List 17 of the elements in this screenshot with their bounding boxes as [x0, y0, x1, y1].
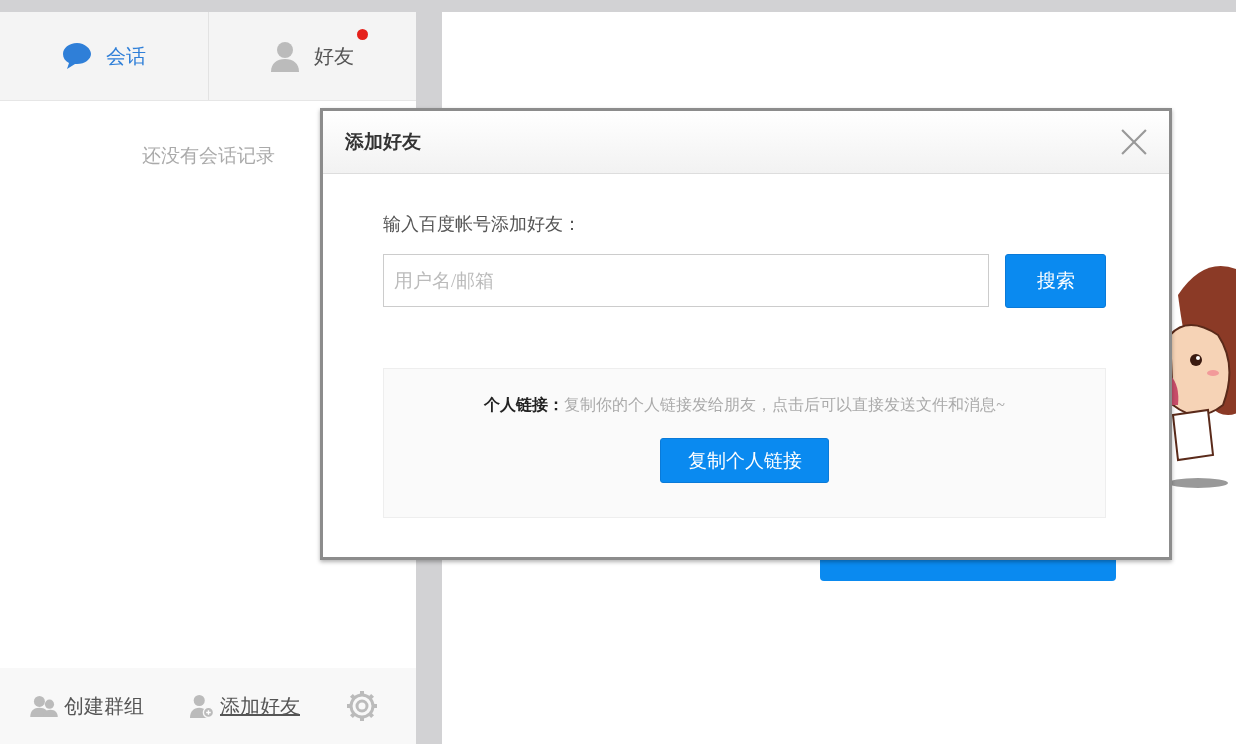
- tab[interactable]: 好友: [207, 12, 416, 100]
- empty-message: 还没有会话记录: [141, 144, 275, 168]
- link-description: 个人链接：复制你的个人链接发给朋友，点击后可以直接发送文件和消息~: [484, 395, 1005, 415]
- prompt-label: 输入百度帐号添加好友：: [383, 213, 581, 236]
- add-person-icon: [190, 694, 214, 718]
- close-icon[interactable]: [1121, 129, 1147, 155]
- dialog-title: 添加好友: [345, 130, 421, 154]
- action-link[interactable]: 添加好友: [220, 692, 300, 720]
- username-field[interactable]: 用户名/邮箱: [383, 254, 990, 307]
- settings-icon[interactable]: [346, 690, 378, 722]
- search-button[interactable]: 搜索: [1005, 254, 1106, 308]
- chat-bubble-icon: [61, 42, 92, 70]
- person-icon: [270, 40, 301, 72]
- copy-link-button[interactable]: 复制个人链接: [660, 438, 829, 483]
- tab[interactable]: 会话: [0, 12, 208, 100]
- action-link[interactable]: 创建群组: [64, 692, 144, 720]
- people-icon: [30, 695, 58, 717]
